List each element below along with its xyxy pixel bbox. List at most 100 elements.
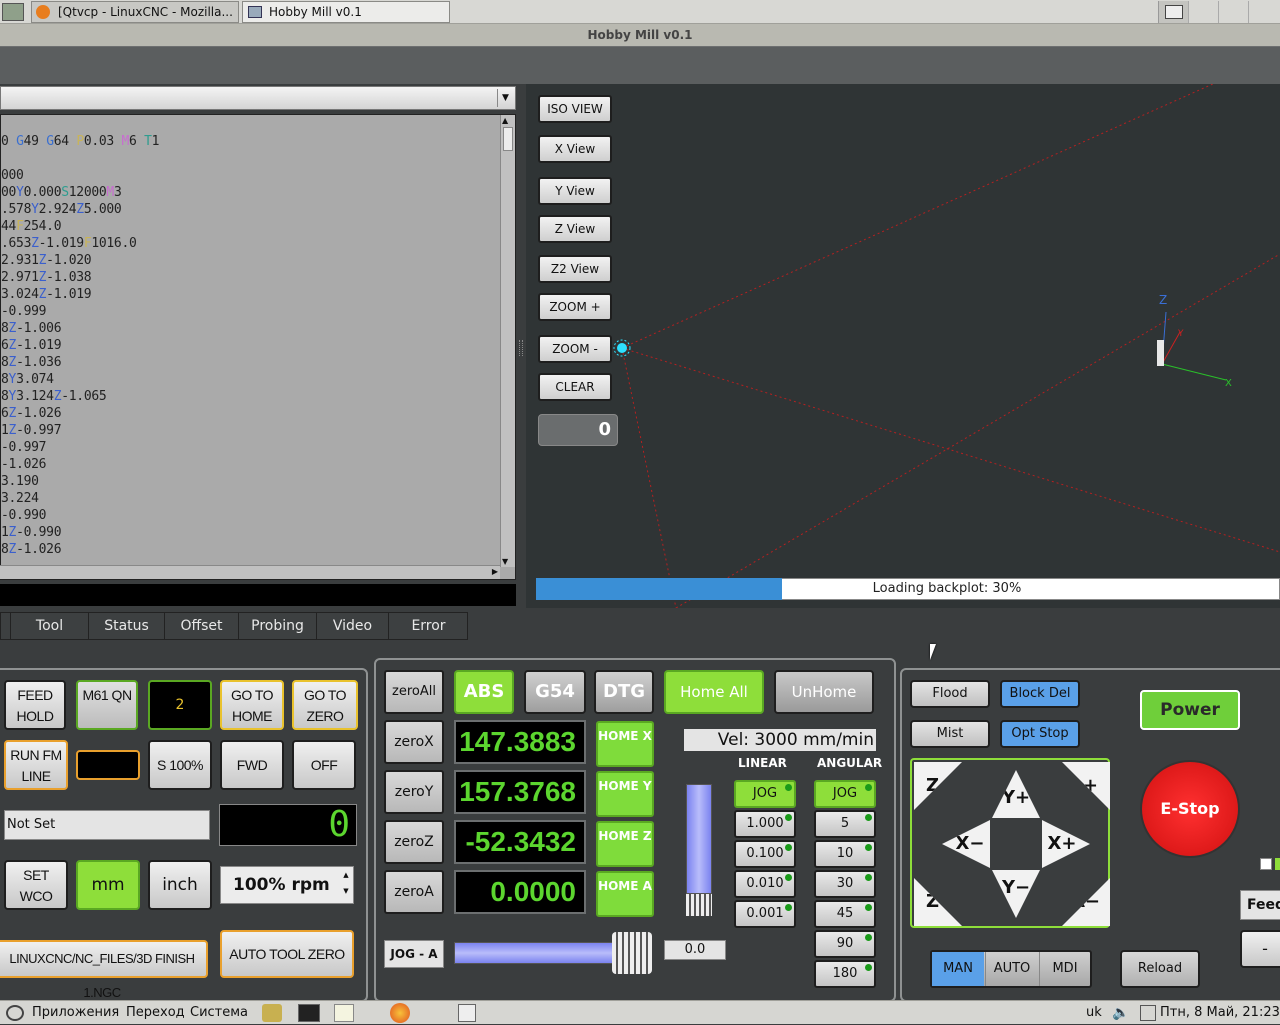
estop-button[interactable]: E-Stop	[1140, 760, 1240, 858]
file-combobox[interactable]: ▼	[0, 86, 516, 110]
tab-probing[interactable]: Probing	[239, 613, 317, 639]
run-from-line-button[interactable]: RUN FM LINE	[4, 740, 68, 790]
gcode-editor[interactable]: 0 G49 G64 P0.03 M6 T1 000 00Y0.000S12000M3…	[0, 114, 516, 580]
spindle-off-button[interactable]: OFF	[292, 740, 356, 790]
angular-jog-slider[interactable]	[454, 932, 654, 974]
gcode-horizontal-scrollbar[interactable]: ▶	[0, 565, 500, 579]
scroll-down-icon[interactable]: ▼	[502, 557, 508, 566]
zero-all-button[interactable]: zeroAll	[384, 670, 444, 714]
mode-auto-button[interactable]: AUTO	[985, 952, 1038, 986]
jog-z-plus-button[interactable]: Z+	[914, 762, 962, 810]
mm-units-button[interactable]: mm	[76, 860, 140, 910]
angular-increment-2[interactable]: 10	[814, 840, 876, 868]
linear-increment-4[interactable]: 0.001	[734, 900, 796, 928]
block-delete-button[interactable]: Block Del	[1000, 680, 1080, 708]
mode-mdi-button[interactable]: MDI	[1039, 952, 1090, 986]
taskbar-task-firefox[interactable]: [Qtvcp - LinuxCNC - Mozilla...	[31, 1, 239, 23]
taskbar-task-hobby-mill[interactable]: Hobby Mill v0.1	[242, 1, 450, 23]
linear-increment-2[interactable]: 0.100	[734, 840, 796, 868]
inch-units-button[interactable]: inch	[148, 860, 212, 910]
system-menu[interactable]: Система	[190, 1001, 248, 1025]
tab-error[interactable]: Error	[389, 613, 468, 639]
workspace-3[interactable]	[1219, 1, 1249, 23]
jog-a-plus-button[interactable]: A+	[1062, 762, 1110, 810]
linuxcnc-launcher-icon[interactable]	[262, 1004, 282, 1022]
y-view-button[interactable]: Y View	[538, 177, 612, 205]
workspace-4[interactable]	[1249, 1, 1280, 23]
slider-handle[interactable]	[612, 932, 652, 974]
feed-minus-button[interactable]: -	[1240, 930, 1280, 968]
flood-button[interactable]: Flood	[910, 680, 990, 708]
jog-y-minus-button[interactable]: Y−	[992, 870, 1040, 918]
workspace-1[interactable]	[1159, 1, 1189, 23]
jog-x-minus-button[interactable]: X−	[942, 820, 990, 868]
tab-status[interactable]: Status	[89, 613, 165, 639]
zero-x-button[interactable]: zeroX	[384, 720, 444, 764]
slider-handle[interactable]	[686, 894, 712, 916]
linear-increment-0[interactable]: JOG	[734, 780, 796, 808]
feed-hold-button[interactable]: FEED HOLD	[4, 680, 66, 730]
mist-button[interactable]: Mist	[910, 720, 990, 748]
g54-button[interactable]: G54	[524, 670, 586, 714]
firefox-launcher-icon[interactable]	[390, 1003, 410, 1023]
home-y-button[interactable]: HOME Y	[596, 771, 654, 817]
zero-y-button[interactable]: zeroY	[384, 770, 444, 814]
jog-a-minus-button[interactable]: A−	[1062, 878, 1110, 926]
spindle-rpm-spinbox[interactable]: 100% rpm	[220, 866, 354, 904]
places-menu[interactable]: Переход	[126, 1001, 185, 1025]
tab-hidden[interactable]	[1, 613, 11, 639]
chevron-down-icon[interactable]: ▼	[497, 89, 513, 107]
tab-video[interactable]: Video	[317, 613, 389, 639]
scroll-up-icon[interactable]: ▲	[502, 116, 508, 125]
jog-rate-slider[interactable]	[686, 782, 714, 916]
m61-qn-button[interactable]: M61 QN	[76, 680, 138, 730]
network-icon[interactable]	[1140, 1005, 1156, 1021]
z2-view-button[interactable]: Z2 View	[538, 255, 612, 283]
run-line-input[interactable]	[76, 750, 140, 780]
unhome-button[interactable]: UnHome	[774, 670, 874, 714]
clear-button[interactable]: CLEAR	[538, 373, 612, 401]
angular-increment-5[interactable]: 90	[814, 930, 876, 958]
z-view-button[interactable]: Z View	[538, 215, 612, 243]
angular-increment-4[interactable]: 45	[814, 900, 876, 928]
backplot-view[interactable]: Z Y X	[526, 84, 1280, 608]
go-to-home-button[interactable]: GO TO HOME	[220, 680, 284, 730]
linear-increment-3[interactable]: 0.010	[734, 870, 796, 898]
spindle-fwd-button[interactable]: FWD	[220, 740, 284, 790]
zero-a-button[interactable]: zeroA	[384, 870, 444, 914]
workspace-switcher[interactable]	[1158, 1, 1280, 23]
feed-checkbox[interactable]	[1260, 858, 1272, 870]
scroll-right-icon[interactable]: ▶	[492, 567, 498, 576]
loaded-file-path-button[interactable]: LINUXCNC/NC_FILES/3D FINISH 1.NGC	[0, 940, 208, 1000]
tab-offset[interactable]: Offset	[165, 613, 239, 639]
linear-increment-1[interactable]: 1.000	[734, 810, 796, 838]
applications-menu[interactable]: Приложения	[32, 1001, 119, 1025]
dtg-button[interactable]: DTG	[594, 670, 654, 714]
volume-icon[interactable]: 🔈	[1112, 1001, 1129, 1025]
zoom-out-button[interactable]: ZOOM -	[538, 335, 612, 363]
home-a-button[interactable]: HOME A	[596, 871, 654, 917]
keyboard-layout-indicator[interactable]: uk	[1086, 1001, 1102, 1025]
tab-tool[interactable]: Tool	[11, 613, 89, 639]
angular-increment-0[interactable]: JOG	[814, 780, 876, 808]
set-wco-button[interactable]: SET WCO	[4, 860, 68, 910]
splitter-handle[interactable]	[519, 340, 523, 356]
gcode-vertical-scrollbar[interactable]: ▲ ▼	[500, 115, 515, 567]
auto-tool-zero-button[interactable]: AUTO TOOL ZERO	[220, 930, 354, 978]
optional-stop-button[interactable]: Opt Stop	[1000, 720, 1080, 748]
home-x-button[interactable]: HOME X	[596, 721, 654, 767]
mode-man-button[interactable]: MAN	[932, 952, 984, 986]
abs-button[interactable]: ABS	[454, 670, 514, 714]
jog-z-minus-button[interactable]: Z−	[914, 878, 962, 926]
show-desktop-icon[interactable]	[458, 1004, 476, 1022]
angular-increment-1[interactable]: 5	[814, 810, 876, 838]
editor-launcher-icon[interactable]	[334, 1004, 354, 1022]
jog-x-plus-button[interactable]: X+	[1042, 820, 1090, 868]
app-menu-icon[interactable]	[2, 3, 24, 21]
reload-button[interactable]: Reload	[1120, 950, 1200, 988]
system-menu-icon[interactable]	[6, 1005, 24, 1021]
home-all-button[interactable]: Home All	[664, 670, 764, 714]
power-button[interactable]: Power	[1140, 690, 1240, 730]
terminal-launcher-icon[interactable]	[298, 1004, 320, 1022]
go-to-zero-button[interactable]: GO TO ZERO	[292, 680, 358, 730]
